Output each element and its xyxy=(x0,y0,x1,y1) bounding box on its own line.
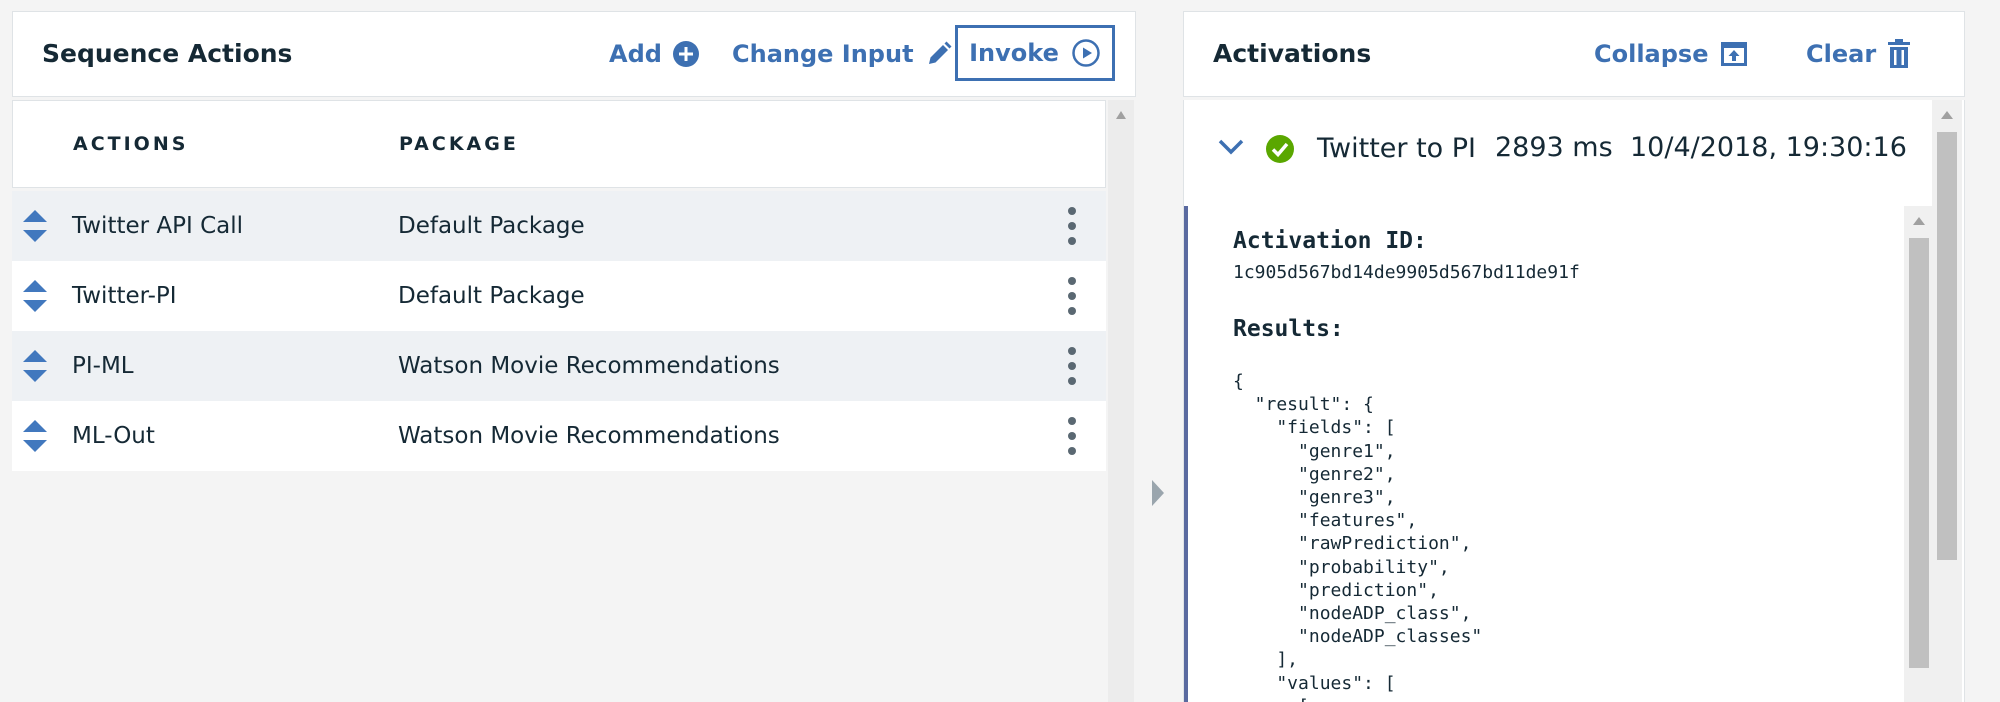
activation-item[interactable]: Twitter to PI 2893 ms 10/4/2018, 19:30:1… xyxy=(1184,100,1934,198)
results-label: Results: xyxy=(1233,316,1344,342)
table-header: ACTIONS PACKAGE xyxy=(12,100,1106,188)
activations-header: Activations Collapse Clear xyxy=(1183,11,1965,97)
package-name: Watson Movie Recommendations xyxy=(398,423,780,449)
collapse-icon xyxy=(1720,42,1747,66)
collapse-label: Collapse xyxy=(1594,40,1709,68)
package-name: Default Package xyxy=(398,283,585,309)
play-circle-icon xyxy=(1072,39,1100,67)
clear-label: Clear xyxy=(1806,40,1877,68)
clear-button[interactable]: Clear xyxy=(1806,12,1912,96)
add-circle-icon xyxy=(672,41,699,67)
column-header-package: PACKAGE xyxy=(399,133,519,155)
overflow-menu-icon[interactable] xyxy=(1066,346,1078,386)
drag-reorder-icon[interactable] xyxy=(22,349,48,383)
sequence-table-scrollbar[interactable] xyxy=(1108,100,1134,702)
action-name: Twitter API Call xyxy=(72,213,244,239)
success-check-icon xyxy=(1266,135,1294,163)
scrollbar-thumb[interactable] xyxy=(1937,132,1957,560)
invoke-button[interactable]: Invoke xyxy=(955,25,1115,81)
activations-scrollbar[interactable] xyxy=(1932,100,1962,702)
sequence-actions-header: Sequence Actions Add Change Input Invoke xyxy=(12,11,1136,97)
pencil-icon xyxy=(928,41,952,64)
overflow-menu-icon[interactable] xyxy=(1066,276,1078,316)
overflow-menu-icon[interactable] xyxy=(1066,416,1078,456)
table-row[interactable]: Twitter API Call Default Package xyxy=(12,191,1106,261)
scroll-up-arrow-icon[interactable] xyxy=(1912,216,1926,226)
overflow-menu-icon[interactable] xyxy=(1066,206,1078,246)
sequence-actions-title: Sequence Actions xyxy=(42,39,293,68)
change-input-label: Change Input xyxy=(732,40,914,68)
activation-timestamp: 10/4/2018, 19:30:16 xyxy=(1630,132,1907,163)
scroll-up-arrow-icon[interactable] xyxy=(1115,110,1127,120)
action-name: Twitter-PI xyxy=(72,283,177,309)
drag-reorder-icon[interactable] xyxy=(22,209,48,243)
table-row[interactable]: Twitter-PI Default Package xyxy=(12,261,1106,331)
results-json: { "result": { "fields": [ "genre1", "gen… xyxy=(1233,371,1483,702)
column-header-actions: ACTIONS xyxy=(73,133,189,155)
activation-detail-scrollbar[interactable] xyxy=(1904,206,1934,702)
collapse-button[interactable]: Collapse xyxy=(1594,12,1749,96)
table-row[interactable]: PI-ML Watson Movie Recommendations xyxy=(12,331,1106,401)
table-row[interactable]: ML-Out Watson Movie Recommendations xyxy=(12,401,1106,471)
activation-duration: 2893 ms xyxy=(1495,132,1613,163)
activation-id-label: Activation ID: xyxy=(1233,228,1427,254)
activations-list: Twitter to PI 2893 ms 10/4/2018, 19:30:1… xyxy=(1183,100,1965,702)
trash-icon xyxy=(1888,39,1911,68)
activation-id-value: 1c905d567bd14de9905d567bd11de91f xyxy=(1233,262,1580,283)
activations-title: Activations xyxy=(1213,39,1372,68)
invoke-label: Invoke xyxy=(969,39,1059,67)
drag-reorder-icon[interactable] xyxy=(22,419,48,453)
add-button-label: Add xyxy=(609,40,662,68)
action-name: PI-ML xyxy=(72,353,134,379)
package-name: Watson Movie Recommendations xyxy=(398,353,780,379)
scroll-up-arrow-icon[interactable] xyxy=(1940,110,1954,120)
panel-toggle-arrow-icon[interactable] xyxy=(1150,478,1166,508)
activation-detail: Activation ID: 1c905d567bd14de9905d567bd… xyxy=(1184,206,1908,702)
change-input-button[interactable]: Change Input xyxy=(732,12,954,96)
add-button[interactable]: Add xyxy=(609,12,700,96)
activation-name: Twitter to PI xyxy=(1317,133,1477,164)
scrollbar-thumb[interactable] xyxy=(1909,238,1929,668)
package-name: Default Package xyxy=(398,213,585,239)
chevron-down-icon[interactable] xyxy=(1218,138,1244,156)
sequence-actions-table: ACTIONS PACKAGE Twitter API Call Default… xyxy=(12,100,1106,702)
action-name: ML-Out xyxy=(72,423,155,449)
drag-reorder-icon[interactable] xyxy=(22,279,48,313)
